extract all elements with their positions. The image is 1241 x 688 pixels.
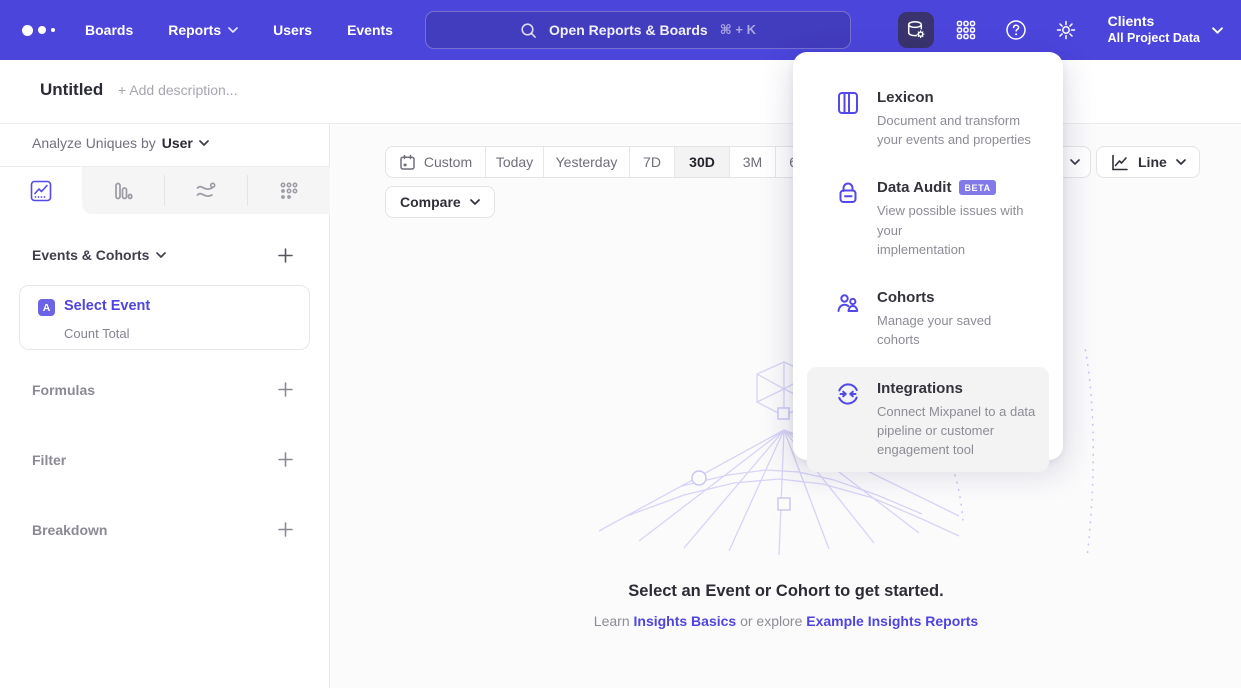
date-range-control: Custom Today Yesterday 7D 30D 3M 6M	[385, 146, 823, 178]
global-search-input[interactable]: Open Reports & Boards ⌘ + K	[425, 11, 851, 49]
add-event-button[interactable]	[277, 247, 294, 264]
nav-users-label: Users	[273, 22, 312, 38]
chevron-down-icon	[1070, 159, 1080, 165]
chevron-down-icon	[470, 199, 480, 205]
range-yesterday[interactable]: Yesterday	[544, 147, 630, 177]
project-name: All Project Data	[1108, 31, 1200, 47]
tab-flow[interactable]	[165, 167, 247, 214]
compare-label: Compare	[400, 194, 461, 210]
apps-grid-icon[interactable]	[948, 12, 984, 48]
chevron-down-icon	[1176, 159, 1186, 165]
learn-prefix: Learn	[594, 613, 630, 629]
data-audit-description: View possible issues with your implement…	[877, 201, 1037, 259]
report-title[interactable]: Untitled	[40, 80, 103, 100]
tab-insights-line[interactable]	[0, 167, 82, 214]
mixpanel-logo[interactable]	[22, 25, 55, 36]
metrics-dots-icon	[278, 180, 300, 202]
chevron-down-icon	[228, 27, 238, 33]
data-audit-title: Data Audit	[877, 179, 951, 196]
formulas-label: Formulas	[32, 382, 95, 398]
count-total-selector[interactable]: Count Total	[64, 326, 130, 341]
empty-state-links: Learn Insights Basics or explore Example…	[331, 613, 1241, 629]
range-custom[interactable]: Custom	[386, 147, 486, 177]
nav-reports[interactable]: Reports	[168, 22, 238, 38]
menu-item-lexicon[interactable]: Lexicon Document and transform your even…	[807, 76, 1049, 162]
integrations-title: Integrations	[877, 380, 963, 397]
add-formula-button[interactable]	[277, 381, 294, 398]
range-custom-label: Custom	[424, 154, 472, 170]
data-audit-icon	[835, 180, 861, 206]
add-filter-button[interactable]	[277, 451, 294, 468]
integrations-sync-icon	[835, 381, 861, 407]
analyze-prefix: Analyze Uniques by	[32, 135, 156, 151]
select-event-button[interactable]: Select Event	[64, 298, 150, 314]
event-card[interactable]: A Select Event Count Total	[19, 285, 310, 350]
add-description-field[interactable]: + Add description...	[118, 82, 237, 98]
query-builder-sidebar: Analyze Uniques by User Events & Cohorts…	[0, 124, 330, 688]
project-selector[interactable]: Clients All Project Data	[1108, 13, 1223, 46]
bar-chart-icon	[112, 180, 134, 202]
events-cohorts-label: Events & Cohorts	[32, 247, 149, 263]
top-navbar: Boards Reports Users Events Open Reports…	[0, 0, 1241, 60]
nav-boards-label: Boards	[85, 22, 133, 38]
breakdown-label: Breakdown	[32, 522, 107, 538]
tab-bar-chart[interactable]	[82, 167, 164, 214]
line-chart-icon	[1110, 153, 1129, 172]
settings-gear-icon[interactable]	[1048, 12, 1084, 48]
beta-badge: BETA	[959, 180, 995, 195]
compare-button[interactable]: Compare	[385, 186, 495, 218]
empty-state-title: Select an Event or Cohort to get started…	[331, 582, 1241, 601]
chevron-down-icon	[1212, 27, 1223, 34]
report-canvas: Custom Today Yesterday 7D 30D 3M 6M Comp…	[331, 124, 1241, 688]
chevron-down-icon	[199, 140, 209, 146]
lexicon-book-icon	[835, 90, 861, 116]
nav-events[interactable]: Events	[347, 22, 393, 38]
data-management-menu: Lexicon Document and transform your even…	[793, 52, 1063, 460]
cohorts-description: Manage your saved cohorts	[877, 311, 1037, 349]
nav-reports-label: Reports	[168, 22, 221, 38]
menu-item-data-audit[interactable]: Data Audit BETA View possible issues wit…	[807, 166, 1049, 272]
calendar-icon	[399, 154, 416, 171]
event-badge: A	[38, 299, 55, 316]
help-icon[interactable]	[998, 12, 1034, 48]
flow-icon	[194, 179, 218, 203]
data-management-icon[interactable]	[898, 12, 934, 48]
range-7d[interactable]: 7D	[630, 147, 675, 177]
insights-basics-link[interactable]: Insights Basics	[634, 613, 737, 629]
nav-boards[interactable]: Boards	[85, 22, 133, 38]
search-shortcut: ⌘ + K	[720, 22, 756, 38]
integrations-description: Connect Mixpanel to a data pipeline or c…	[877, 402, 1035, 460]
menu-item-cohorts[interactable]: Cohorts Manage your saved cohorts	[807, 276, 1049, 362]
range-3m[interactable]: 3M	[730, 147, 776, 177]
range-today[interactable]: Today	[486, 147, 544, 177]
nav-users[interactable]: Users	[273, 22, 312, 38]
chart-type-tabs	[0, 166, 330, 213]
example-reports-link[interactable]: Example Insights Reports	[806, 613, 978, 629]
events-cohorts-header[interactable]: Events & Cohorts	[32, 247, 166, 263]
chart-type-label: Line	[1138, 154, 1167, 170]
filter-label: Filter	[32, 452, 66, 468]
tab-metrics[interactable]	[248, 167, 330, 214]
chevron-down-icon	[156, 252, 166, 258]
insights-line-icon	[29, 179, 53, 203]
cohorts-title: Cohorts	[877, 289, 935, 306]
range-30d[interactable]: 30D	[675, 147, 730, 177]
menu-item-integrations[interactable]: Integrations Connect Mixpanel to a data …	[807, 367, 1049, 473]
cohorts-people-icon	[835, 290, 861, 316]
analyze-uniques-selector[interactable]: Analyze Uniques by User	[32, 135, 209, 151]
nav-events-label: Events	[347, 22, 393, 38]
add-breakdown-button[interactable]	[277, 521, 294, 538]
search-placeholder: Open Reports & Boards	[549, 22, 708, 38]
org-name: Clients	[1108, 13, 1200, 31]
or-explore-text: or explore	[740, 613, 802, 629]
lexicon-description: Document and transform your events and p…	[877, 111, 1031, 149]
chart-type-dropdown[interactable]: Line	[1096, 146, 1200, 178]
analyze-value: User	[162, 135, 193, 151]
lexicon-title: Lexicon	[877, 89, 934, 106]
search-icon	[520, 22, 537, 39]
